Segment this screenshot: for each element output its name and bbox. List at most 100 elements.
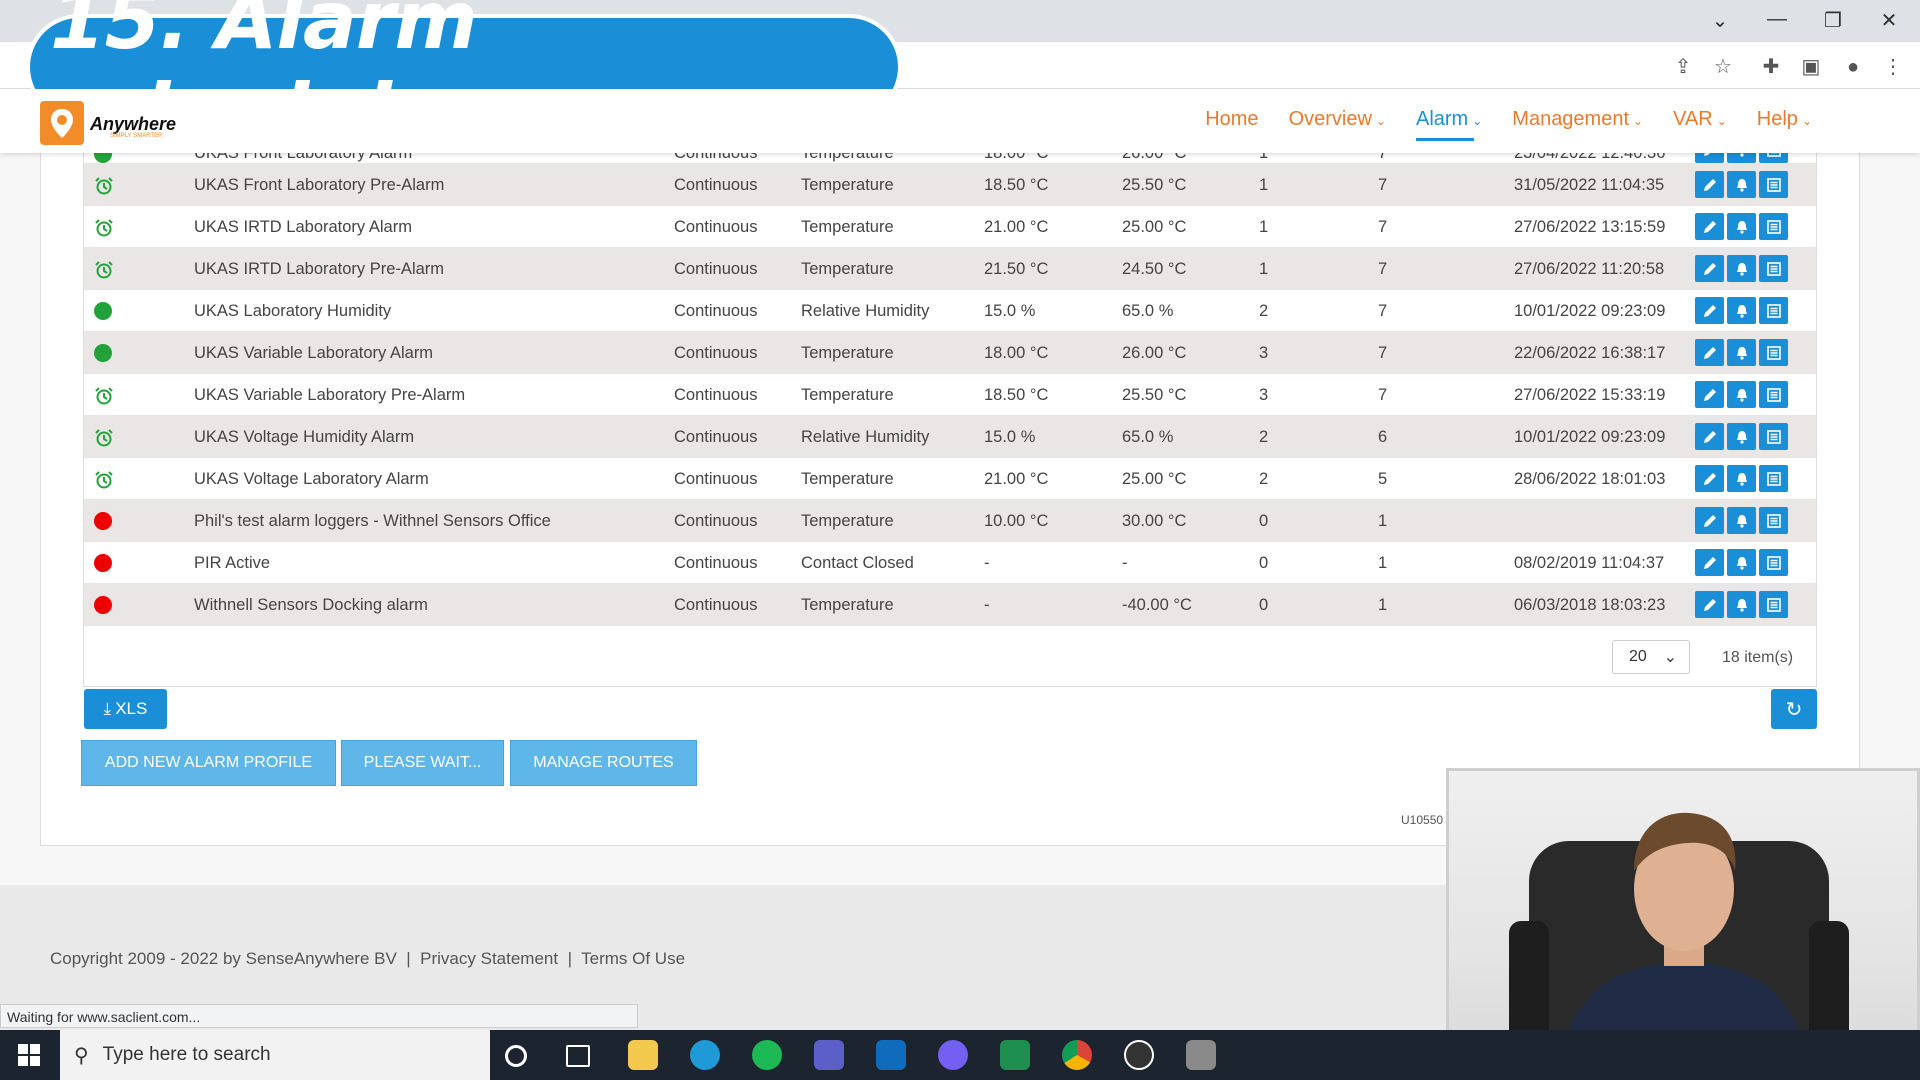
edit-button[interactable] xyxy=(1695,171,1724,198)
last-modified: 27/06/2022 11:20:58 xyxy=(1514,260,1665,278)
alarm-button[interactable] xyxy=(1727,465,1756,492)
cortana-icon[interactable] xyxy=(505,1045,527,1067)
windows-start-icon[interactable] xyxy=(18,1044,40,1071)
edit-button[interactable] xyxy=(1695,339,1724,366)
close-icon[interactable]: ✕ xyxy=(1874,8,1904,33)
export-xls-button[interactable]: ⤓ XLS xyxy=(84,689,167,729)
nav-home[interactable]: Home xyxy=(1205,108,1258,131)
count-a: 0 xyxy=(1259,596,1269,614)
alarm-button[interactable] xyxy=(1727,213,1756,240)
alarm-button[interactable] xyxy=(1727,591,1756,618)
spotify-icon[interactable] xyxy=(752,1040,782,1070)
add-alarm-profile-label: ADD NEW ALARM PROFILE xyxy=(104,754,313,771)
outlook-icon[interactable] xyxy=(876,1040,906,1070)
profile-name: UKAS Voltage Laboratory Alarm xyxy=(194,470,429,488)
more-menu-icon[interactable]: ⋮ xyxy=(1880,54,1906,80)
chevron-down-icon: ⌄ xyxy=(1663,649,1677,666)
details-button[interactable] xyxy=(1759,171,1788,198)
details-button[interactable] xyxy=(1759,339,1788,366)
details-button[interactable] xyxy=(1759,255,1788,282)
edit-button[interactable] xyxy=(1695,423,1724,450)
version-label: U10550 xyxy=(1401,813,1444,827)
list-icon xyxy=(1766,345,1782,361)
edit-button[interactable] xyxy=(1695,213,1724,240)
nav-help[interactable]: Help ⌄ xyxy=(1757,108,1812,131)
bookmark-star-icon[interactable]: ☆ xyxy=(1710,54,1736,80)
alarm-button[interactable] xyxy=(1727,339,1756,366)
alarm-button[interactable] xyxy=(1727,549,1756,576)
edit-button[interactable] xyxy=(1695,507,1724,534)
edit-button[interactable] xyxy=(1695,297,1724,324)
pencil-icon xyxy=(1702,429,1718,445)
extensions-icon[interactable]: ✚ xyxy=(1758,54,1784,80)
profile-icon[interactable]: ● xyxy=(1840,54,1866,80)
chrome-icon[interactable] xyxy=(1062,1040,1092,1070)
edit-button[interactable] xyxy=(1695,153,1724,163)
list-icon xyxy=(1766,513,1782,529)
terms-link[interactable]: Terms Of Use xyxy=(581,949,685,968)
alarm-button[interactable] xyxy=(1727,423,1756,450)
logo-icon[interactable] xyxy=(40,101,84,145)
file-explorer-icon[interactable] xyxy=(628,1040,658,1070)
tab-list-icon[interactable]: ⌄ xyxy=(1705,8,1735,33)
alarm-button[interactable] xyxy=(1727,297,1756,324)
table-row: UKAS Front Laboratory Pre-Alarm Continuou… xyxy=(84,164,1816,206)
last-modified: 27/06/2022 13:15:59 xyxy=(1514,218,1666,236)
alarm-button[interactable] xyxy=(1727,381,1756,408)
details-button[interactable] xyxy=(1759,507,1788,534)
viber-icon[interactable] xyxy=(938,1040,968,1070)
nav-var[interactable]: VAR ⌄ xyxy=(1673,108,1727,131)
spreadsheet-app-icon[interactable] xyxy=(1000,1040,1030,1070)
details-button[interactable] xyxy=(1759,549,1788,576)
footer-links: Copyright 2009 - 2022 by SenseAnywhere B… xyxy=(50,949,685,969)
bell-icon xyxy=(1734,597,1750,613)
alarm-button[interactable] xyxy=(1727,153,1756,163)
edit-button[interactable] xyxy=(1695,255,1724,282)
low-threshold: - xyxy=(984,554,990,572)
edit-button[interactable] xyxy=(1695,381,1724,408)
edge-icon[interactable] xyxy=(690,1040,720,1070)
pencil-icon xyxy=(1702,555,1718,571)
details-button[interactable] xyxy=(1759,153,1788,163)
schedule-type: Continuous xyxy=(674,428,758,446)
nav-management[interactable]: Management ⌄ xyxy=(1512,108,1643,131)
profile-name: UKAS Variable Laboratory Pre-Alarm xyxy=(194,386,466,404)
page-size-select[interactable]: 20 ⌄ xyxy=(1612,640,1690,674)
edit-button[interactable] xyxy=(1695,465,1724,492)
alarm-button[interactable] xyxy=(1727,171,1756,198)
teams-icon[interactable] xyxy=(814,1040,844,1070)
schedule-type: Continuous xyxy=(674,344,758,362)
edit-button[interactable] xyxy=(1695,549,1724,576)
details-button[interactable] xyxy=(1759,591,1788,618)
details-button[interactable] xyxy=(1759,297,1788,324)
taskbar-search-input[interactable]: ⚲ Type here to search xyxy=(60,1030,490,1080)
privacy-link[interactable]: Privacy Statement xyxy=(420,949,558,968)
add-alarm-profile-button[interactable]: ADD NEW ALARM PROFILE xyxy=(81,740,336,786)
refresh-button[interactable]: ↻ xyxy=(1771,689,1817,729)
share-icon[interactable]: ⇪ xyxy=(1670,54,1696,80)
list-icon xyxy=(1766,153,1782,158)
count-a: 2 xyxy=(1259,428,1269,446)
details-button[interactable] xyxy=(1759,423,1788,450)
manage-routes-button[interactable]: MANAGE ROUTES xyxy=(510,740,697,786)
please-wait-button[interactable]: PLEASE WAIT... xyxy=(341,740,504,786)
restore-icon[interactable]: ❐ xyxy=(1818,8,1848,33)
count-a: 0 xyxy=(1259,512,1269,530)
details-button[interactable] xyxy=(1759,213,1788,240)
alarm-button[interactable] xyxy=(1727,507,1756,534)
nav-alarm[interactable]: Alarm ⌄ xyxy=(1415,108,1482,141)
edit-button[interactable] xyxy=(1695,591,1724,618)
side-panel-icon[interactable]: ▣ xyxy=(1798,54,1824,80)
minimize-icon[interactable]: — xyxy=(1762,8,1792,31)
details-button[interactable] xyxy=(1759,381,1788,408)
profile-name: UKAS Laboratory Humidity xyxy=(194,302,392,320)
recorder-icon[interactable] xyxy=(1124,1040,1154,1070)
camera-icon[interactable] xyxy=(1186,1040,1216,1070)
last-modified: 06/03/2018 18:03:23 xyxy=(1514,596,1666,614)
alarm-button[interactable] xyxy=(1727,255,1756,282)
task-view-icon[interactable] xyxy=(566,1045,590,1067)
last-modified: 08/02/2019 11:04:37 xyxy=(1514,554,1665,572)
details-button[interactable] xyxy=(1759,465,1788,492)
count-b: 6 xyxy=(1378,428,1388,446)
nav-overview[interactable]: Overview ⌄ xyxy=(1289,108,1386,131)
